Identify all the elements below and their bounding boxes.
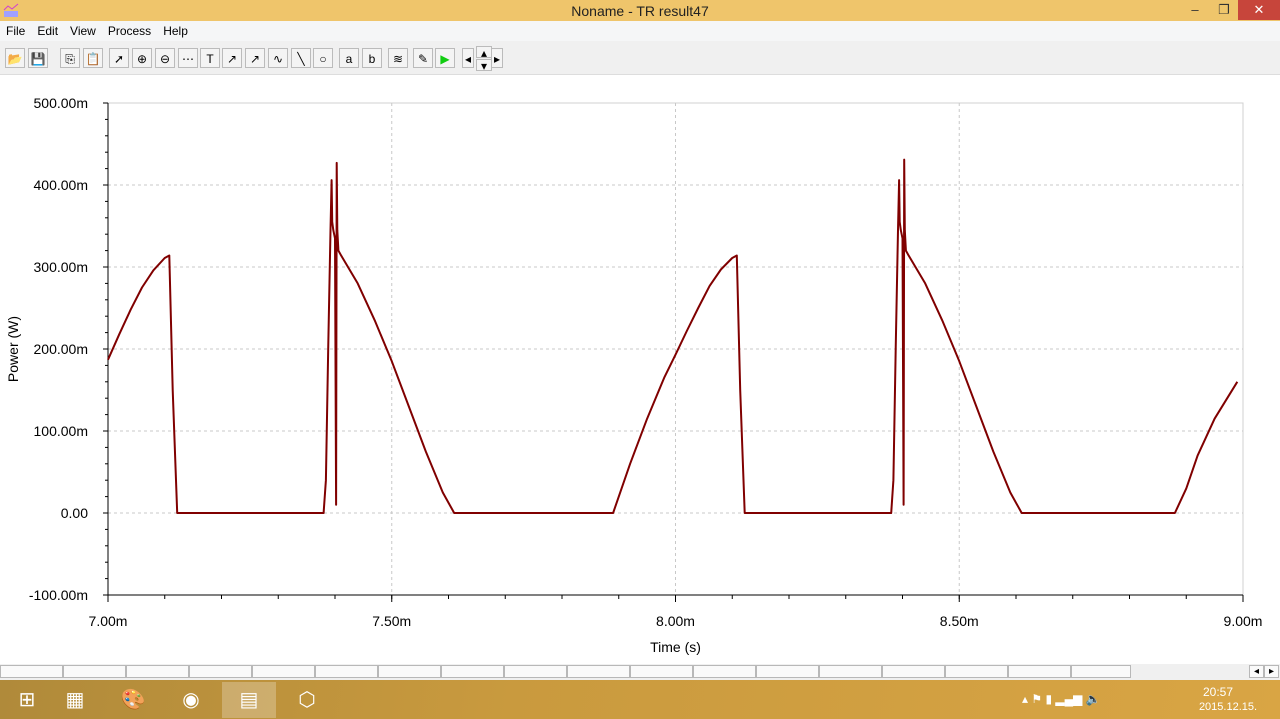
menu-process[interactable]: Process	[102, 21, 157, 38]
x-axis-label: Time (s)	[650, 639, 701, 655]
scroll-segment[interactable]	[693, 665, 756, 678]
x-tick-label: 7.00m	[89, 613, 128, 629]
scroll-segment[interactable]	[126, 665, 189, 678]
label-1-icon[interactable]: ↗	[222, 48, 242, 68]
maximize-button[interactable]: ❐	[1210, 0, 1238, 20]
menu-edit[interactable]: Edit	[31, 21, 64, 38]
clock-date[interactable]: 2015.12.15.	[1188, 701, 1268, 713]
add-probe-icon[interactable]: ✎	[413, 48, 433, 68]
scroll-segment[interactable]	[63, 665, 126, 678]
start-icon[interactable]: ⊞	[0, 682, 54, 718]
legend-icon[interactable]: ∿	[268, 48, 288, 68]
tray-icons[interactable]: ▴ ⚑ ▮ ▂▄▆ 🔈	[1022, 692, 1112, 706]
cursor-b-icon[interactable]: b	[362, 48, 382, 68]
y-axis-label: Power (W)	[5, 316, 21, 382]
scroll-segment[interactable]	[0, 665, 63, 678]
grid-icon[interactable]: ⋯	[178, 48, 198, 68]
label-2-icon[interactable]: ↗	[245, 48, 265, 68]
scroll-segment[interactable]	[189, 665, 252, 678]
y-tick-label: 200.00m	[34, 341, 88, 357]
circle-icon[interactable]: ○	[313, 48, 333, 68]
scroll-left-button[interactable]: ◂	[1249, 665, 1264, 678]
calculator-icon[interactable]: ▦	[48, 682, 102, 718]
paint-icon[interactable]: 🎨	[106, 682, 160, 718]
x-tick-label: 7.50m	[372, 613, 411, 629]
taskbar: ⊞ ▦ 🎨 ◉ ▤ ⬡ ▴ ⚑ ▮ ▂▄▆ 🔈 20:57 2015.12.15…	[0, 680, 1280, 719]
menu-help[interactable]: Help	[157, 21, 194, 38]
tina-icon[interactable]: ▤	[222, 682, 276, 718]
scroll-segment[interactable]	[1008, 665, 1071, 678]
copy-icon[interactable]: ⎘	[60, 48, 80, 68]
clock-time[interactable]: 20:57	[1198, 685, 1238, 699]
scroll-segment[interactable]	[882, 665, 945, 678]
series-line-0	[107, 158, 1239, 514]
zoom-in-icon[interactable]: ⊕	[132, 48, 152, 68]
scroll-segment[interactable]	[504, 665, 567, 678]
scroll-segment[interactable]	[252, 665, 315, 678]
line-icon[interactable]: ╲	[291, 48, 311, 68]
y-tick-label: 0.00	[61, 505, 88, 521]
scroll-segment[interactable]	[567, 665, 630, 678]
power-chart: 500.00m 400.00m 300.00m 200.00m 100.00m 0.00 -…	[5, 95, 1263, 655]
run-icon[interactable]: ▶	[435, 48, 455, 68]
scroll-segment[interactable]	[630, 665, 693, 678]
virtualbox-icon[interactable]: ⬡	[280, 682, 334, 718]
save-icon[interactable]: 💾	[28, 48, 48, 68]
add-curve-icon[interactable]: ≋	[388, 48, 408, 68]
open-folder-icon[interactable]: 📂	[5, 48, 25, 68]
firefox-icon[interactable]: ◉	[164, 682, 218, 718]
y-tick-label: 300.00m	[34, 259, 88, 275]
scroll-segment[interactable]	[819, 665, 882, 678]
menu-bar: File Edit View Process Help	[0, 21, 1280, 41]
horizontal-scrollbar[interactable]: ◂ ▸	[0, 664, 1280, 680]
minimize-button[interactable]: –	[1180, 0, 1210, 20]
left-icon[interactable]: ◂	[462, 48, 474, 68]
menu-view[interactable]: View	[64, 21, 102, 38]
scroll-segment[interactable]	[1071, 665, 1131, 678]
paste-icon[interactable]: 📋	[83, 48, 103, 68]
y-tick-label: 100.00m	[34, 423, 88, 439]
scroll-segment[interactable]	[945, 665, 1008, 678]
x-tick-label: 8.50m	[940, 613, 979, 629]
scroll-segment[interactable]	[378, 665, 441, 678]
menu-file[interactable]: File	[0, 21, 31, 38]
y-tick-label: 400.00m	[34, 177, 88, 193]
right-icon[interactable]: ▸	[491, 48, 503, 68]
scroll-right-button[interactable]: ▸	[1264, 665, 1279, 678]
scroll-segment[interactable]	[441, 665, 504, 678]
up-icon[interactable]: ▴	[476, 46, 492, 59]
x-tick-label: 8.00m	[656, 613, 695, 629]
y-tick-label: 500.00m	[34, 95, 88, 111]
cursor-a-icon[interactable]: a	[339, 48, 359, 68]
title-bar: Noname - TR result47 – ❐ ✕	[0, 0, 1280, 21]
zoom-100-icon[interactable]: ⊖	[155, 48, 175, 68]
x-tick-label: 9.00m	[1224, 613, 1263, 629]
close-button[interactable]: ✕	[1238, 0, 1280, 20]
scroll-segment[interactable]	[315, 665, 378, 678]
window-title: Noname - TR result47	[571, 3, 709, 19]
y-tick-label: -100.00m	[29, 587, 88, 603]
down-icon[interactable]: ▾	[476, 59, 492, 72]
scroll-segment[interactable]	[756, 665, 819, 678]
pointer-icon[interactable]: ➚	[109, 48, 129, 68]
text-icon[interactable]: T	[200, 48, 220, 68]
toolbar: 📂 💾 ⎘ 📋 ➚ ⊕ ⊖ ⋯ T ↗ ↗ ∿ ╲ ○ a b ≋ ✎ ▶ ◂ ▴ ▾ ▸	[0, 41, 1280, 75]
